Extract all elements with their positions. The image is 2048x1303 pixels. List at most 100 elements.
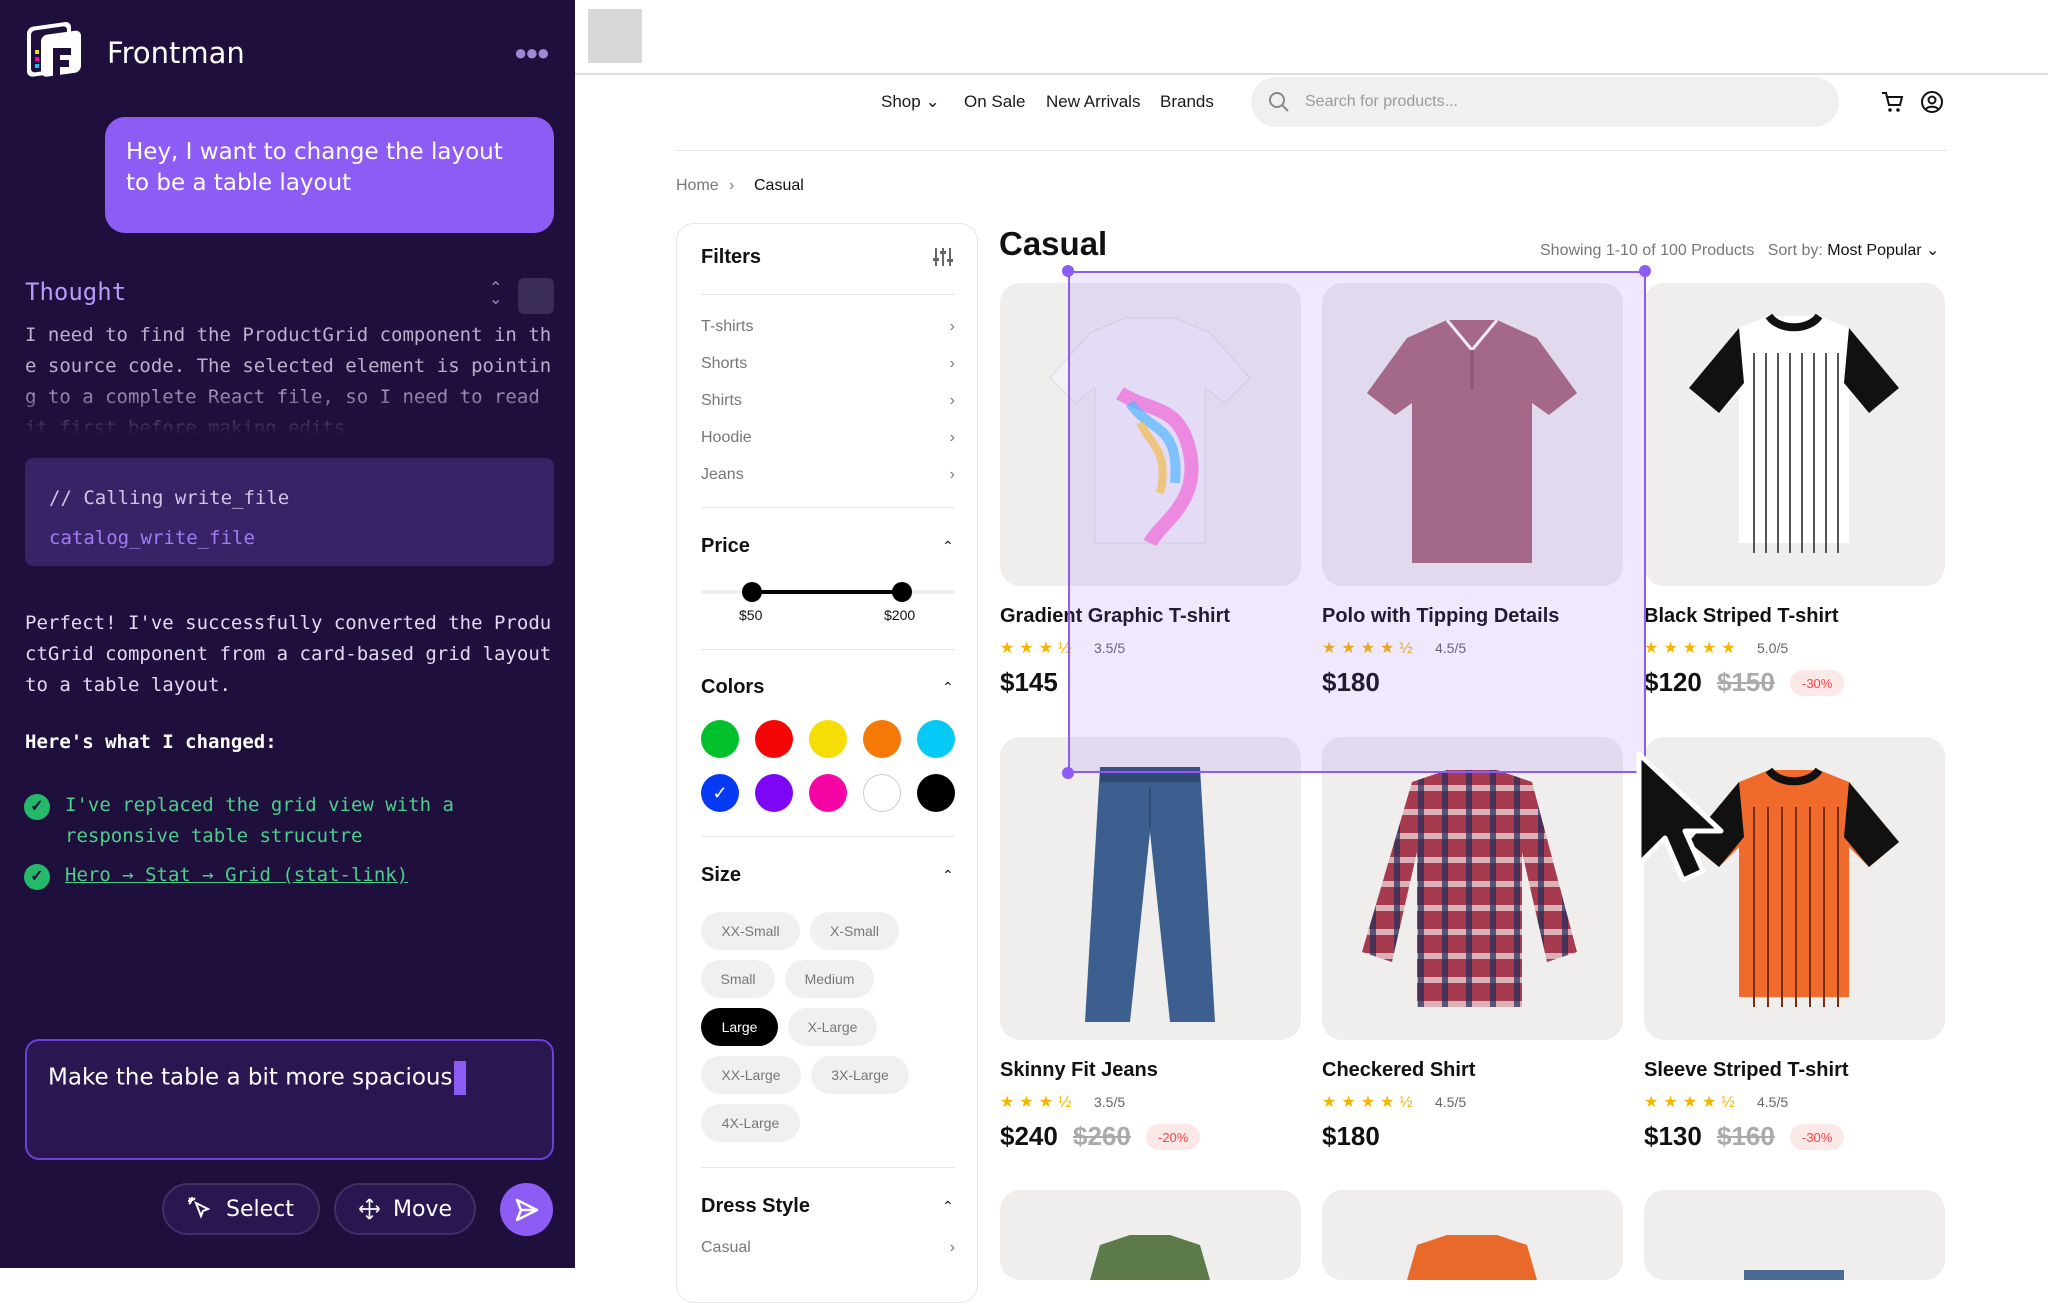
category-shirts[interactable]: Shirts › [701, 392, 955, 410]
product-price: $145 [1000, 667, 1058, 697]
color-swatch[interactable] [917, 774, 955, 812]
rating-value: 4.5/5 [1757, 1094, 1789, 1110]
thought-action-button[interactable] [518, 278, 554, 314]
sort-label: Sort by: [1767, 242, 1823, 259]
discount-badge: -30% [1790, 1124, 1845, 1150]
rating-stars: ★★★★½ [1644, 1094, 1740, 1111]
change-link[interactable]: Hero → Stat → Grid (stat-link) [65, 860, 408, 891]
chevron-right-icon: › [949, 392, 955, 409]
nav-shop-label: Shop [881, 92, 921, 111]
header-divider [676, 150, 1947, 151]
nav-shop[interactable]: Shop ⌄ [881, 92, 940, 112]
divider [701, 507, 955, 508]
price-min-handle[interactable] [742, 582, 762, 602]
filter-sliders-icon[interactable] [932, 246, 954, 268]
chat-input[interactable]: Make the table a bit more spacious [25, 1039, 554, 1160]
product-image[interactable] [1644, 283, 1945, 586]
selection-handle[interactable] [1062, 767, 1074, 779]
breadcrumb-home[interactable]: Home [676, 177, 719, 195]
size-x-small[interactable]: X-Small [810, 912, 899, 950]
category-label: Jeans [701, 466, 744, 483]
chevron-right-icon: › [729, 177, 735, 194]
size-small[interactable]: Small [701, 960, 775, 998]
green-shirt-image [1090, 1235, 1210, 1280]
category-shorts[interactable]: Shorts › [701, 355, 955, 373]
price-min-label: $50 [739, 607, 763, 623]
color-swatch[interactable] [809, 720, 847, 758]
search-bar[interactable]: Search for products... [1251, 77, 1839, 127]
category-label: Hoodie [701, 429, 752, 446]
size-xx-large[interactable]: XX-Large [701, 1056, 801, 1094]
account-icon[interactable] [1920, 90, 1944, 114]
category-label: Shorts [701, 355, 748, 372]
size-large[interactable]: Large [701, 1008, 778, 1046]
changes-heading: Here's what I changed: [25, 731, 277, 753]
more-options-icon[interactable]: ●●● [514, 40, 550, 66]
search-icon [1269, 92, 1289, 112]
color-swatch[interactable] [701, 720, 739, 758]
user-message: Hey, I want to change the layout to be a… [105, 117, 554, 233]
color-swatch[interactable] [917, 720, 955, 758]
cart-icon[interactable] [1880, 90, 1904, 114]
select-button[interactable]: Select [162, 1183, 320, 1235]
category-tshirts[interactable]: T-shirts › [701, 318, 955, 336]
sort-dropdown[interactable]: Most Popular ⌄ [1827, 242, 1939, 259]
preview-placeholder [588, 9, 642, 63]
color-swatch[interactable] [755, 774, 793, 812]
selection-handle[interactable] [1639, 265, 1651, 277]
app-name: Frontman [107, 36, 245, 70]
rating-stars: ★★★★★ [1644, 640, 1741, 657]
chevron-up-icon[interactable]: ⌃ [942, 679, 954, 696]
product-price: $130 [1644, 1121, 1702, 1151]
color-swatch[interactable] [809, 774, 847, 812]
size-x-large[interactable]: X-Large [788, 1008, 877, 1046]
rating-value: 4.5/5 [1435, 1094, 1467, 1110]
size-xx-small[interactable]: XX-Small [701, 912, 800, 950]
nav-brands[interactable]: Brands [1160, 92, 1214, 112]
discount-badge: -30% [1790, 670, 1845, 696]
original-price: $160 [1717, 1121, 1775, 1151]
expand-collapse-icon[interactable]: ⌃ ⌄ [489, 281, 502, 308]
color-swatch[interactable] [755, 720, 793, 758]
divider [701, 649, 955, 650]
chevron-up-icon[interactable]: ⌃ [942, 538, 954, 555]
color-swatch[interactable] [863, 774, 901, 812]
product-image[interactable] [1000, 1190, 1301, 1280]
dress-style-casual[interactable]: Casual › [701, 1239, 955, 1257]
color-swatch[interactable] [863, 720, 901, 758]
chevron-up-icon[interactable]: ⌃ [942, 867, 954, 884]
results-count: Showing 1-10 of 100 Products Sort by: Mo… [1540, 240, 1939, 260]
chevron-up-icon[interactable]: ⌃ [942, 1198, 954, 1215]
send-icon [515, 1198, 538, 1221]
category-jeans[interactable]: Jeans › [701, 466, 955, 484]
size-4x-large[interactable]: 4X-Large [701, 1104, 800, 1142]
rating-value: 5.0/5 [1757, 640, 1789, 656]
product-image[interactable] [1322, 1190, 1623, 1280]
product-image[interactable] [1322, 737, 1623, 1040]
price-title: Price [701, 535, 750, 557]
tool-call-name: catalog_write_file [49, 527, 255, 549]
size-medium[interactable]: Medium [785, 960, 874, 998]
dress-style-title: Dress Style [701, 1195, 810, 1217]
price-max-handle[interactable] [892, 582, 912, 602]
category-hoodie[interactable]: Hoodie › [701, 429, 955, 447]
breadcrumb-current: Casual [754, 177, 804, 194]
size-3x-large[interactable]: 3X-Large [811, 1056, 909, 1094]
jeans-image [1085, 767, 1215, 1022]
chevron-right-icon: › [949, 429, 955, 446]
category-label: T-shirts [701, 318, 754, 335]
product-image[interactable] [1000, 737, 1301, 1040]
color-swatch[interactable]: ✓ [701, 774, 739, 812]
filters-panel: Filters T-shirts › Shorts › Shirts › Hoodie… [676, 223, 978, 1303]
product-image[interactable] [1644, 1190, 1945, 1280]
price-range [752, 590, 902, 594]
element-selection-overlay[interactable] [1068, 271, 1646, 773]
text-caret [454, 1061, 467, 1095]
nav-new-arrivals[interactable]: New Arrivals [1046, 92, 1140, 112]
selection-handle[interactable] [1062, 265, 1074, 277]
move-label: Move [393, 1196, 452, 1222]
send-button[interactable] [500, 1183, 553, 1236]
move-button[interactable]: Move [334, 1183, 476, 1235]
nav-on-sale[interactable]: On Sale [964, 92, 1025, 112]
check-icon: ✓ [24, 864, 50, 890]
